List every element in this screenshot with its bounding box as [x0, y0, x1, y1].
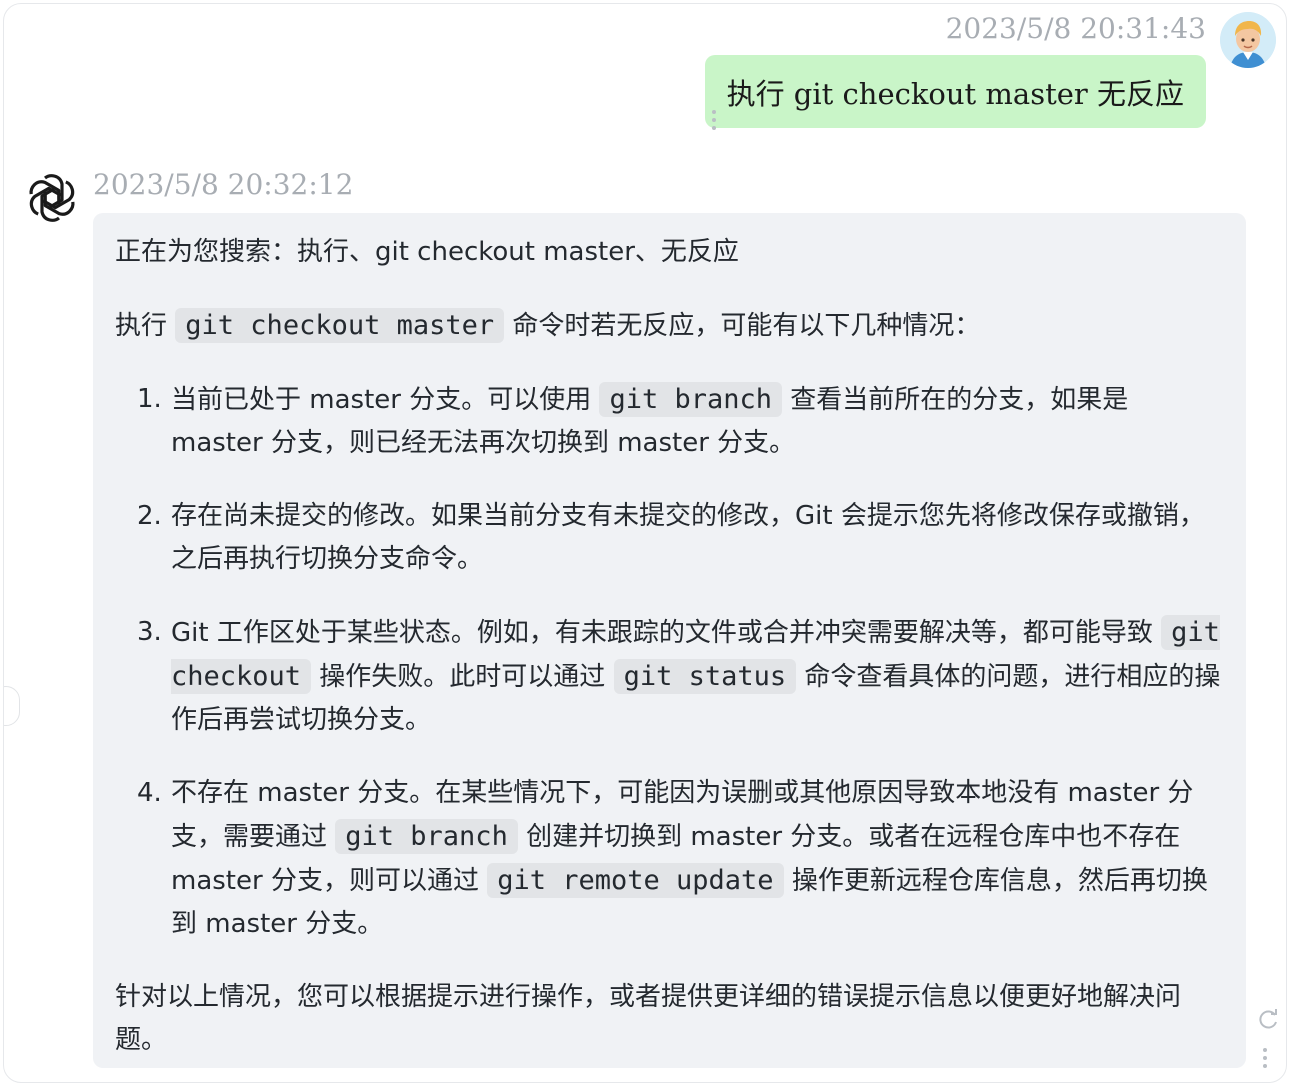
inline-code: git status — [613, 659, 797, 694]
answer-list-item: 2. 存在尚未提交的修改。如果当前分支有未提交的修改，Git 会提示您先将修改保存… — [115, 495, 1228, 581]
more-vertical-icon[interactable] — [711, 110, 717, 130]
more-vertical-icon[interactable] — [1262, 1048, 1268, 1068]
conclusion-paragraph: 针对以上情况，您可以根据提示进行操作，或者提供更详细的错误提示信息以便更好地解决… — [115, 982, 1182, 1055]
answer-list-item: 4. 不存在 master 分支。在某些情况下，可能因为误删或其他原因导致本地没有… — [115, 772, 1228, 946]
answer-list-item: 3. Git 工作区处于某些状态。例如，有未跟踪的文件或合并冲突需要解决等，都可能… — [115, 611, 1228, 742]
list-item-number: 1. — [137, 384, 162, 414]
assistant-message-bubble: 正在为您搜索：执行、git checkout master、无反应 执行 git… — [93, 213, 1246, 1068]
user-message-bubble: 执行 git checkout master 无反应 — [704, 55, 1206, 128]
list-item-text: Git 工作区处于某些状态。例如，有未跟踪的文件或合并冲突需要解决等，都可能导致 — [171, 618, 1162, 648]
answer-list: 1. 当前已处于 master 分支。可以使用 git branch 查看当前所在… — [115, 378, 1228, 946]
inline-code: git branch — [335, 819, 518, 854]
answer-list-item: 1. 当前已处于 master 分支。可以使用 git branch 查看当前所在… — [115, 378, 1228, 465]
chat-window: 2023/5/8 20:31:43 执行 git checkout master… — [3, 3, 1287, 1083]
list-item-number: 3. — [137, 617, 162, 647]
list-item-text: 操作失败。此时可以通过 — [311, 662, 614, 692]
sidebar-toggle-handle[interactable] — [4, 686, 20, 726]
user-avatar-icon[interactable] — [1220, 12, 1276, 68]
intro-text-after: 命令时若无反应，可能有以下几种情况： — [512, 311, 981, 341]
intro-paragraph: 执行 git checkout master 命令时若无反应，可能有以下几种情况… — [115, 304, 1228, 348]
refresh-icon[interactable] — [1258, 1009, 1280, 1031]
assistant-message-timestamp: 2023/5/8 20:32:12 — [93, 168, 354, 201]
user-message-timestamp: 2023/5/8 20:31:43 — [945, 12, 1206, 45]
openai-logo-icon — [24, 170, 80, 226]
list-item-text: 当前已处于 master 分支。可以使用 — [171, 385, 600, 415]
search-status-line: 正在为您搜索：执行、git checkout master、无反应 — [115, 237, 739, 267]
inline-code: git remote update — [487, 863, 784, 898]
inline-code: git branch — [599, 382, 783, 417]
list-item-number: 2. — [137, 501, 162, 531]
inline-code: git checkout master — [175, 308, 505, 343]
intro-text-before: 执行 — [115, 311, 168, 341]
list-item-text: 存在尚未提交的修改。如果当前分支有未提交的修改，Git 会提示您先将修改保存或撤… — [171, 501, 1205, 574]
list-item-number: 4. — [137, 778, 162, 808]
